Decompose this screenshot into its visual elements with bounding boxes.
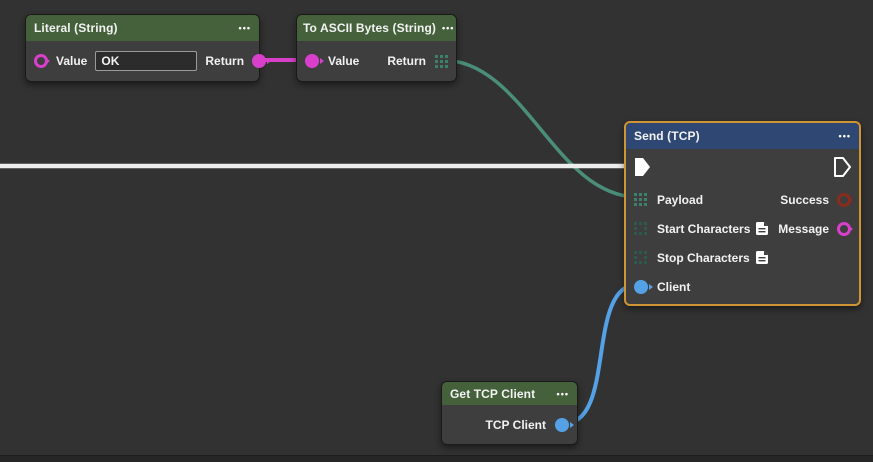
tcp-client-label: TCP Client: [486, 418, 546, 432]
node-editor-canvas[interactable]: { "canvas": { "background": "#323232" },…: [0, 0, 873, 462]
client-label: Client: [657, 280, 690, 294]
node-get-tcp-client[interactable]: Get TCP Client ••• TCP Client: [441, 381, 578, 445]
value-label: Value: [56, 54, 87, 68]
more-options-icon[interactable]: •••: [839, 131, 851, 141]
tcp-client-output-port[interactable]: [555, 418, 569, 432]
node-title: Literal (String): [34, 21, 118, 35]
return-output-port[interactable]: [252, 54, 266, 68]
node-send-header[interactable]: Send (TCP) •••: [626, 123, 859, 149]
node-title: To ASCII Bytes (String): [303, 21, 436, 35]
message-label: Message: [778, 222, 829, 236]
node-to-ascii-bytes[interactable]: To ASCII Bytes (String) ••• Value Return: [296, 14, 457, 82]
node-title: Get TCP Client: [450, 387, 535, 401]
flow-input-port[interactable]: [634, 157, 651, 177]
node-literal-header[interactable]: Literal (String) •••: [26, 15, 259, 41]
message-output-port[interactable]: [837, 222, 851, 236]
stop-characters-label: Stop Characters: [657, 251, 750, 265]
value-input-port[interactable]: [34, 54, 48, 68]
value-label: Value: [328, 54, 359, 68]
bytes-output-port[interactable]: [435, 55, 448, 68]
more-options-icon[interactable]: •••: [239, 23, 251, 33]
window-bottom-edge: [0, 455, 873, 462]
client-row: Client: [626, 272, 859, 301]
more-options-icon[interactable]: •••: [442, 23, 454, 33]
wire-ascii-to-payload[interactable]: [442, 60, 638, 197]
node-gettcp-body: TCP Client: [442, 405, 577, 444]
node-literal-body: Value Return: [26, 41, 259, 81]
node-gettcp-header[interactable]: Get TCP Client •••: [442, 382, 577, 405]
return-label: Return: [387, 54, 426, 68]
success-output-port[interactable]: [837, 193, 851, 207]
return-label: Return: [205, 54, 244, 68]
stop-characters-row: Stop Characters: [626, 243, 859, 272]
value-input-port[interactable]: [305, 54, 319, 68]
document-icon[interactable]: [756, 222, 768, 235]
node-title: Send (TCP): [634, 129, 700, 143]
node-send-tcp[interactable]: Send (TCP) ••• Payload Success: [624, 121, 861, 306]
stop-characters-input-port[interactable]: [634, 251, 647, 264]
payload-row: Payload Success: [626, 185, 859, 214]
start-characters-row: Start Characters Message: [626, 214, 859, 243]
success-label: Success: [780, 193, 829, 207]
node-ascii-header[interactable]: To ASCII Bytes (String) •••: [297, 15, 456, 41]
value-text-input[interactable]: [95, 51, 197, 71]
flow-output-port[interactable]: [834, 157, 851, 177]
node-ascii-body: Value Return: [297, 41, 456, 81]
node-literal-string[interactable]: Literal (String) ••• Value Return: [25, 14, 260, 82]
start-characters-label: Start Characters: [657, 222, 750, 236]
more-options-icon[interactable]: •••: [557, 389, 569, 399]
document-icon[interactable]: [756, 251, 768, 264]
payload-label: Payload: [657, 193, 703, 207]
start-characters-input-port[interactable]: [634, 222, 647, 235]
payload-input-port[interactable]: [634, 193, 647, 206]
client-input-port[interactable]: [634, 280, 648, 294]
flow-row: [626, 149, 859, 185]
